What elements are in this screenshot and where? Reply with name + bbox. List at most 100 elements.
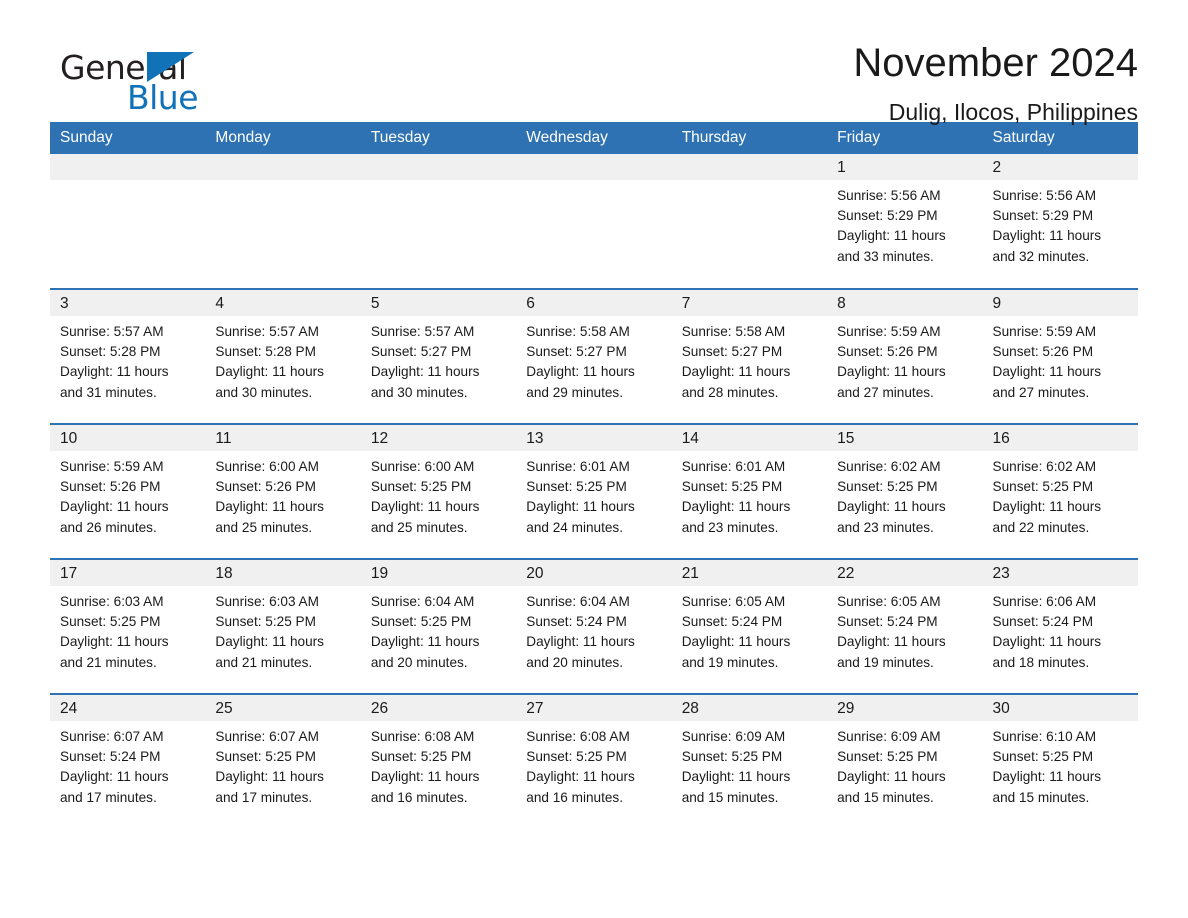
day-cell[interactable]: 22 Sunrise: 6:05 AM Sunset: 5:24 PM Dayl… [827, 558, 983, 694]
day-cell[interactable]: 20 Sunrise: 6:04 AM Sunset: 5:24 PM Dayl… [516, 558, 672, 694]
daylight-text-line1: Daylight: 11 hours [837, 634, 946, 650]
day-cell[interactable]: 8 Sunrise: 5:59 AM Sunset: 5:26 PM Dayli… [827, 288, 983, 424]
day-cell[interactable]: 3 Sunrise: 5:57 AM Sunset: 5:28 PM Dayli… [50, 288, 206, 424]
day-cell[interactable]: 14 Sunrise: 6:01 AM Sunset: 5:25 PM Dayl… [671, 423, 828, 559]
day-cell[interactable]: 16 Sunrise: 6:02 AM Sunset: 5:25 PM Dayl… [982, 423, 1138, 559]
day-cell[interactable]: 28 Sunrise: 6:09 AM Sunset: 5:25 PM Dayl… [671, 693, 828, 829]
sunset-text: Sunset: 5:29 PM [837, 208, 938, 224]
day-number: 21 [681, 565, 699, 582]
day-number: 10 [60, 430, 78, 447]
day-cell[interactable] [205, 154, 361, 289]
day-cell[interactable]: 17 Sunrise: 6:03 AM Sunset: 5:25 PM Dayl… [50, 558, 206, 694]
day-cell[interactable]: 18 Sunrise: 6:03 AM Sunset: 5:25 PM Dayl… [205, 558, 361, 694]
day-number: 7 [681, 295, 691, 312]
day-cell[interactable]: 5 Sunrise: 5:57 AM Sunset: 5:27 PM Dayli… [360, 288, 517, 424]
generalblue-logo[interactable]: General Blue [50, 42, 250, 117]
sunrise-text: Sunrise: 6:05 AM [681, 594, 786, 609]
daylight-text-line2: and 23 minutes. [681, 519, 779, 535]
daylight-text-line1: Daylight: 11 hours [215, 499, 324, 515]
sunset-text: Sunset: 5:25 PM [681, 749, 783, 765]
daylight-text-line1: Daylight: 11 hours [837, 228, 946, 244]
day-cell[interactable]: 27 Sunrise: 6:08 AM Sunset: 5:25 PM Dayl… [516, 693, 672, 829]
sunrise-text: Sunrise: 5:58 AM [681, 324, 786, 339]
daylight-text-line1: Daylight: 11 hours [526, 364, 635, 380]
daylight-text-line2: and 20 minutes. [370, 654, 468, 670]
calendar-table: Sunday Monday Tuesday Wednesday Thursday… [50, 122, 1138, 829]
day-cell[interactable]: 26 Sunrise: 6:08 AM Sunset: 5:25 PM Dayl… [360, 693, 517, 829]
daylight-text-line2: and 32 minutes. [992, 248, 1090, 264]
calendar-page: General Blue November 2024 Dulig, Ilocos… [0, 0, 1188, 918]
daylight-text-line1: Daylight: 11 hours [526, 634, 635, 650]
sunset-text: Sunset: 5:26 PM [215, 479, 316, 495]
day-cell[interactable] [50, 154, 206, 289]
day-cell[interactable]: 6 Sunrise: 5:58 AM Sunset: 5:27 PM Dayli… [516, 288, 672, 424]
day-cell[interactable] [360, 154, 517, 289]
day-number: 9 [992, 295, 1002, 312]
day-number: 3 [60, 295, 69, 312]
daylight-text-line2: and 30 minutes. [370, 384, 468, 400]
page-header: General Blue November 2024 Dulig, Ilocos… [50, 0, 1138, 125]
day-number: 1 [837, 159, 846, 176]
day-cell[interactable]: 30 Sunrise: 6:10 AM Sunset: 5:25 PM Dayl… [982, 693, 1138, 829]
sunset-text: Sunset: 5:24 PM [526, 614, 627, 630]
day-cell[interactable]: 13 Sunrise: 6:01 AM Sunset: 5:25 PM Dayl… [516, 423, 672, 559]
day-number: 4 [215, 295, 225, 312]
sunset-text: Sunset: 5:28 PM [60, 344, 161, 360]
daylight-text-line1: Daylight: 11 hours [681, 769, 791, 785]
daylight-text-line1: Daylight: 11 hours [681, 364, 791, 380]
daylight-text-line2: and 15 minutes. [992, 789, 1090, 805]
daylight-text-line1: Daylight: 11 hours [370, 634, 480, 650]
sunset-text: Sunset: 5:26 PM [992, 344, 1094, 360]
day-cell[interactable]: 25 Sunrise: 6:07 AM Sunset: 5:25 PM Dayl… [205, 693, 361, 829]
day-number: 13 [526, 430, 544, 447]
day-cell[interactable]: 1 Sunrise: 5:56 AM Sunset: 5:29 PM Dayli… [827, 154, 983, 289]
weekday-header-wednesday: Wednesday [516, 122, 672, 154]
sunrise-text: Sunrise: 6:02 AM [992, 459, 1097, 474]
daylight-text-line2: and 22 minutes. [992, 519, 1090, 535]
day-cell[interactable]: 4 Sunrise: 5:57 AM Sunset: 5:28 PM Dayli… [205, 288, 361, 424]
title-block: November 2024 Dulig, Ilocos, Philippines [853, 42, 1138, 125]
day-cell[interactable]: 7 Sunrise: 5:58 AM Sunset: 5:27 PM Dayli… [671, 288, 828, 424]
day-cell[interactable]: 2 Sunrise: 5:56 AM Sunset: 5:29 PM Dayli… [982, 154, 1138, 289]
day-cell[interactable] [516, 154, 672, 289]
sunrise-text: Sunrise: 6:08 AM [370, 729, 475, 744]
sunset-text: Sunset: 5:27 PM [526, 344, 627, 360]
day-cell[interactable]: 19 Sunrise: 6:04 AM Sunset: 5:25 PM Dayl… [360, 558, 517, 694]
daylight-text-line2: and 16 minutes. [370, 789, 468, 805]
day-cell[interactable]: 15 Sunrise: 6:02 AM Sunset: 5:25 PM Dayl… [827, 423, 983, 559]
calendar-week-row: 3 Sunrise: 5:57 AM Sunset: 5:28 PM Dayli… [50, 288, 1138, 424]
daylight-text-line1: Daylight: 11 hours [60, 634, 169, 650]
sunset-text: Sunset: 5:25 PM [526, 749, 627, 765]
daylight-text-line1: Daylight: 11 hours [992, 228, 1102, 244]
day-cell[interactable]: 11 Sunrise: 6:00 AM Sunset: 5:26 PM Dayl… [205, 423, 361, 559]
daylight-text-line2: and 28 minutes. [681, 384, 779, 400]
day-cell[interactable]: 10 Sunrise: 5:59 AM Sunset: 5:26 PM Dayl… [50, 423, 206, 559]
weekday-header-monday: Monday [205, 122, 361, 154]
day-cell[interactable] [671, 154, 828, 289]
daylight-text-line1: Daylight: 11 hours [681, 499, 791, 515]
daylight-text-line2: and 29 minutes. [526, 384, 623, 400]
day-cell[interactable]: 24 Sunrise: 6:07 AM Sunset: 5:24 PM Dayl… [50, 693, 206, 829]
daylight-text-line2: and 27 minutes. [992, 384, 1090, 400]
weekday-header-sunday: Sunday [50, 122, 206, 154]
day-cell[interactable]: 21 Sunrise: 6:05 AM Sunset: 5:24 PM Dayl… [671, 558, 828, 694]
sunrise-text: Sunrise: 6:00 AM [215, 459, 319, 474]
sunset-text: Sunset: 5:25 PM [992, 749, 1094, 765]
day-cell[interactable]: 12 Sunrise: 6:00 AM Sunset: 5:25 PM Dayl… [360, 423, 517, 559]
sunrise-text: Sunrise: 6:05 AM [837, 594, 941, 609]
daylight-text-line1: Daylight: 11 hours [370, 499, 480, 515]
weekday-header-tuesday: Tuesday [360, 122, 517, 154]
daylight-text-line1: Daylight: 11 hours [60, 364, 169, 380]
sunset-text: Sunset: 5:25 PM [370, 479, 472, 495]
daylight-text-line1: Daylight: 11 hours [370, 364, 480, 380]
daylight-text-line2: and 27 minutes. [837, 384, 934, 400]
sunrise-text: Sunrise: 5:59 AM [60, 459, 164, 474]
day-number: 25 [215, 700, 233, 717]
sunset-text: Sunset: 5:25 PM [837, 479, 938, 495]
day-cell[interactable]: 29 Sunrise: 6:09 AM Sunset: 5:25 PM Dayl… [827, 693, 983, 829]
day-number: 14 [681, 430, 699, 447]
sunrise-text: Sunrise: 6:06 AM [992, 594, 1097, 609]
sunrise-text: Sunrise: 6:03 AM [215, 594, 319, 609]
day-cell[interactable]: 9 Sunrise: 5:59 AM Sunset: 5:26 PM Dayli… [982, 288, 1138, 424]
day-cell[interactable]: 23 Sunrise: 6:06 AM Sunset: 5:24 PM Dayl… [982, 558, 1138, 694]
